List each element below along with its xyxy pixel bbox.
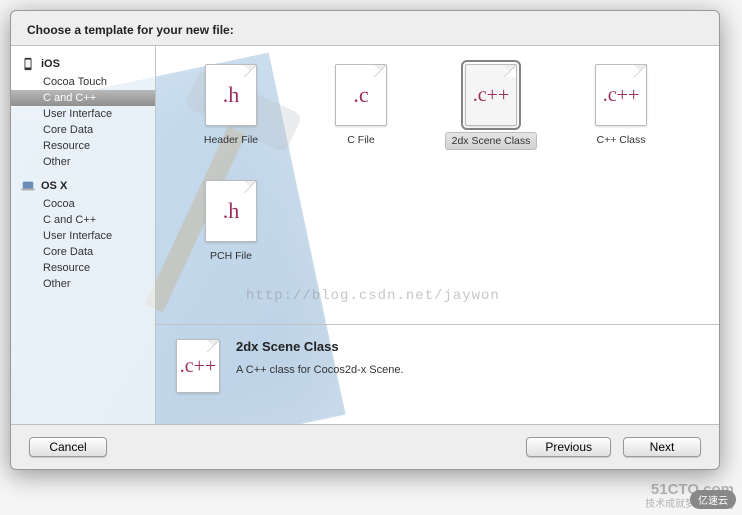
detail-file-icon: .c++ <box>176 339 220 393</box>
file-icon: .c++ <box>465 64 517 126</box>
sidebar-item-c-and-cpp[interactable]: C and C++ <box>11 90 155 106</box>
watermark-url: http://blog.csdn.net/jaywon <box>246 288 500 304</box>
sidebar-item-c-and-cpp-osx[interactable]: C and C++ <box>11 212 155 228</box>
phone-icon <box>21 57 35 71</box>
file-glyph: .c++ <box>473 84 509 107</box>
cancel-button[interactable]: Cancel <box>29 437 107 457</box>
sidebar-item-resource[interactable]: Resource <box>11 138 155 154</box>
detail-panel: .c++ 2dx Scene Class A C++ class for Coc… <box>156 324 719 424</box>
file-icon: .h <box>205 64 257 126</box>
sidebar-item-user-interface-osx[interactable]: User Interface <box>11 228 155 244</box>
previous-button[interactable]: Previous <box>526 437 611 457</box>
detail-desc: A C++ class for Cocos2d-x Scene. <box>236 364 404 376</box>
detail-glyph: .c++ <box>180 355 216 378</box>
sidebar-section-label: iOS <box>41 58 60 70</box>
file-icon: .h <box>205 180 257 242</box>
sidebar-section-label: OS X <box>41 180 67 192</box>
template-pch-file[interactable]: .h PCH File <box>186 180 276 264</box>
footer: Cancel Previous Next <box>11 425 719 469</box>
file-glyph: .c++ <box>603 84 639 107</box>
template-grid: .h Header File .c C File .c++ 2dx Scene … <box>156 46 719 324</box>
sidebar-item-user-interface[interactable]: User Interface <box>11 106 155 122</box>
template-label: PCH File <box>204 248 258 264</box>
template-2dx-scene[interactable]: .c++ 2dx Scene Class <box>446 64 536 150</box>
detail-title: 2dx Scene Class <box>236 339 404 354</box>
sidebar: iOS Cocoa Touch C and C++ User Interface… <box>11 46 156 424</box>
template-label: C++ Class <box>590 132 651 148</box>
sidebar-item-core-data[interactable]: Core Data <box>11 122 155 138</box>
sidebar-section-ios[interactable]: iOS <box>11 54 155 74</box>
detail-text: 2dx Scene Class A C++ class for Cocos2d-… <box>236 339 404 410</box>
sidebar-item-cocoa-touch[interactable]: Cocoa Touch <box>11 74 155 90</box>
file-glyph: .h <box>223 198 240 224</box>
main-panel: .h Header File .c C File .c++ 2dx Scene … <box>156 46 719 424</box>
laptop-icon <box>21 179 35 193</box>
sidebar-section-osx[interactable]: OS X <box>11 176 155 196</box>
sidebar-item-other-osx[interactable]: Other <box>11 276 155 292</box>
sidebar-item-resource-osx[interactable]: Resource <box>11 260 155 276</box>
template-cpp-class[interactable]: .c++ C++ Class <box>576 64 666 150</box>
file-glyph: .c <box>353 82 368 108</box>
file-icon: .c++ <box>595 64 647 126</box>
template-label: Header File <box>198 132 264 148</box>
header-title: Choose a template for your new file: <box>27 23 234 37</box>
content-area: iOS Cocoa Touch C and C++ User Interface… <box>11 45 719 425</box>
nav-button-group: Previous Next <box>526 437 701 457</box>
file-icon: .c <box>335 64 387 126</box>
template-header-file[interactable]: .h Header File <box>186 64 276 150</box>
template-label: 2dx Scene Class <box>445 132 538 150</box>
template-c-file[interactable]: .c C File <box>316 64 406 150</box>
sidebar-item-other[interactable]: Other <box>11 154 155 170</box>
provider-badge: 亿速云 <box>690 490 736 509</box>
template-chooser-window: Choose a template for your new file: iOS… <box>10 10 720 470</box>
sidebar-item-core-data-osx[interactable]: Core Data <box>11 244 155 260</box>
template-label: C File <box>341 132 380 148</box>
next-button[interactable]: Next <box>623 437 701 457</box>
sidebar-item-cocoa[interactable]: Cocoa <box>11 196 155 212</box>
window-header: Choose a template for your new file: <box>11 11 719 45</box>
file-glyph: .h <box>223 82 240 108</box>
